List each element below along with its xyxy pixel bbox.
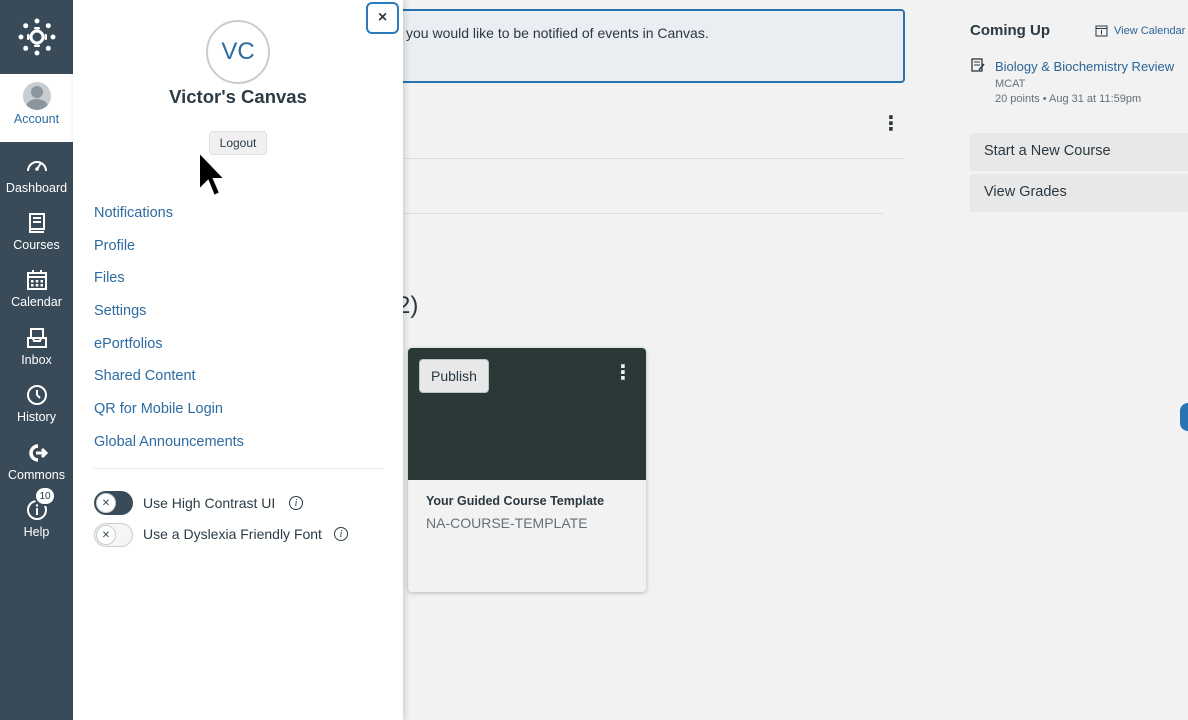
tray-link-eportfolios[interactable]: ePortfolios	[94, 336, 163, 352]
nav-item-commons[interactable]: Commons	[0, 433, 73, 490]
nav-label: Dashboard	[5, 181, 68, 195]
user-avatar[interactable]: VC	[206, 20, 270, 84]
history-clock-icon	[26, 385, 47, 405]
inbox-icon	[26, 328, 47, 348]
close-tray-button[interactable]: ×	[366, 2, 399, 34]
global-navigation: Account Dashboard Courses Calendar Inbox…	[0, 0, 73, 720]
mouse-pointer-icon	[198, 150, 227, 198]
dyslexia-font-info-icon[interactable]: i	[334, 527, 348, 541]
account-tray: VC Victor's Canvas Logout Notifications …	[73, 0, 403, 720]
dyslexia-font-toggle[interactable]: ✕	[94, 523, 133, 547]
tray-link-files[interactable]: Files	[94, 270, 125, 286]
nav-label: History	[17, 410, 56, 424]
toggle-off-x-icon: ✕	[96, 525, 116, 545]
nav-label: Inbox	[21, 353, 52, 367]
toggle-off-x-icon: ✕	[96, 493, 116, 513]
tray-link-profile[interactable]: Profile	[94, 238, 135, 254]
high-contrast-label: Use High Contrast UI	[143, 495, 276, 511]
high-contrast-toggle[interactable]: ✕	[94, 491, 133, 515]
help-notification-badge: 10	[34, 486, 56, 506]
dyslexia-font-label: Use a Dyslexia Friendly Font	[143, 526, 322, 542]
tray-link-notifications[interactable]: Notifications	[94, 205, 173, 221]
nav-label: Help	[23, 525, 50, 539]
user-avatar-icon	[22, 82, 51, 110]
nav-item-history[interactable]: History	[0, 375, 73, 432]
high-contrast-info-icon[interactable]: i	[289, 496, 303, 510]
tray-overlay[interactable]	[403, 0, 1188, 720]
nav-item-calendar[interactable]: Calendar	[0, 260, 73, 317]
tray-link-shared-content[interactable]: Shared Content	[94, 368, 196, 384]
tray-link-settings[interactable]: Settings	[94, 303, 146, 319]
nav-label: Commons	[8, 468, 65, 482]
courses-book-icon	[28, 213, 45, 233]
nav-item-account[interactable]: Account	[0, 74, 73, 142]
divider	[94, 468, 384, 469]
canvas-logo-icon[interactable]	[0, 0, 73, 74]
nav-item-dashboard[interactable]: Dashboard	[0, 146, 73, 203]
user-name: Victor's Canvas	[169, 86, 307, 107]
calendar-icon	[26, 270, 47, 290]
commons-icon	[28, 444, 48, 462]
tray-link-qr-mobile-login[interactable]: QR for Mobile Login	[94, 401, 223, 417]
dashboard-gauge-icon	[26, 161, 47, 172]
nav-item-courses[interactable]: Courses	[0, 203, 73, 260]
nav-label: Account	[13, 112, 60, 126]
nav-label: Calendar	[11, 295, 62, 309]
nav-item-inbox[interactable]: Inbox	[0, 318, 73, 375]
tray-link-global-announcements[interactable]: Global Announcements	[94, 434, 244, 450]
nav-label: Courses	[13, 238, 60, 252]
